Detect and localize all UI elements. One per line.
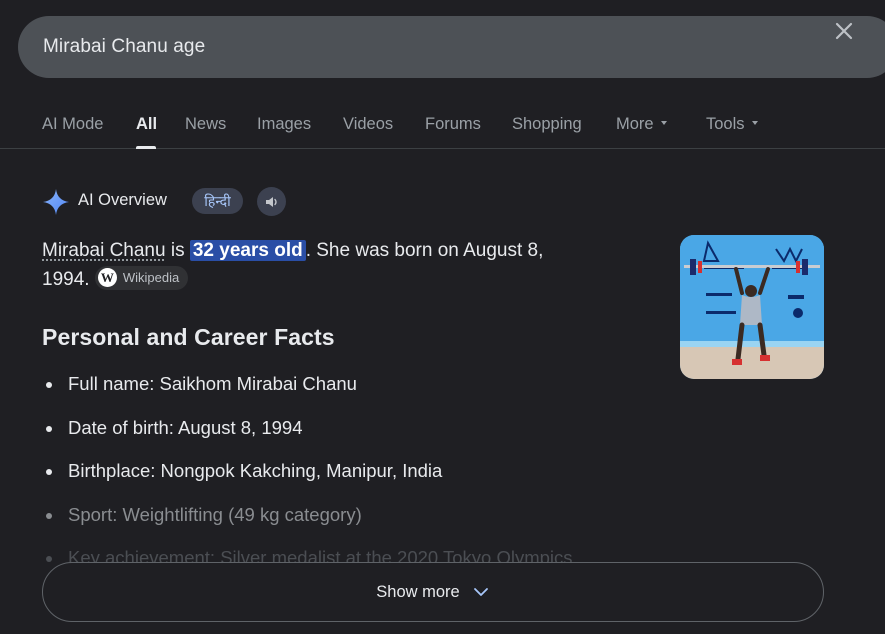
section-heading: Personal and Career Facts bbox=[42, 324, 335, 351]
tab-videos[interactable]: Videos bbox=[343, 115, 393, 134]
answer-text-is: is bbox=[166, 240, 190, 261]
source-chip-wikipedia[interactable]: W Wikipedia bbox=[95, 266, 188, 290]
answer-text-year: 1994. bbox=[42, 269, 90, 290]
facts-list: Full name: Saikhom Mirabai Chanu Date of… bbox=[42, 370, 842, 588]
list-item: Date of birth: August 8, 1994 bbox=[42, 414, 842, 458]
caret-down-icon bbox=[661, 121, 667, 125]
list-item: Full name: Saikhom Mirabai Chanu bbox=[42, 370, 842, 414]
ai-answer: Mirabai Chanu is 32 years old. She was b… bbox=[42, 236, 602, 294]
tab-images[interactable]: Images bbox=[257, 115, 311, 134]
tab-forums[interactable]: Forums bbox=[425, 115, 481, 134]
tab-all[interactable]: All bbox=[136, 115, 157, 134]
show-more-button[interactable]: Show more bbox=[42, 562, 824, 622]
tab-news[interactable]: News bbox=[185, 115, 226, 134]
tab-more[interactable]: More bbox=[616, 115, 667, 134]
ai-sparkle-icon bbox=[42, 188, 70, 216]
search-results-page: Mirabai Chanu age AI Mode All News Image… bbox=[0, 0, 885, 634]
search-bar[interactable]: Mirabai Chanu age bbox=[18, 16, 885, 78]
ai-overview-title: AI Overview bbox=[78, 191, 167, 210]
tab-ai-mode[interactable]: AI Mode bbox=[42, 115, 103, 134]
speaker-icon bbox=[264, 194, 280, 210]
wikipedia-icon: W bbox=[98, 268, 117, 287]
listen-button[interactable] bbox=[257, 187, 286, 216]
tab-more-label: More bbox=[616, 115, 654, 133]
weightlifter-image bbox=[680, 235, 824, 379]
list-item: Birthplace: Nongpok Kakching, Manipur, I… bbox=[42, 457, 842, 501]
language-hindi-button[interactable]: हिन्दी bbox=[192, 188, 243, 214]
active-tab-indicator bbox=[136, 146, 156, 149]
show-more-label: Show more bbox=[376, 583, 459, 602]
search-input[interactable]: Mirabai Chanu age bbox=[43, 36, 205, 58]
close-icon[interactable] bbox=[832, 19, 856, 43]
answer-text-rest: . She was born on August 8, bbox=[306, 240, 544, 261]
list-item: Sport: Weightlifting (49 kg category) bbox=[42, 501, 842, 545]
chevron-down-icon bbox=[472, 583, 490, 601]
search-tabs: AI Mode All News Images Videos Forums Sh… bbox=[0, 96, 885, 149]
athlete-photo[interactable] bbox=[680, 235, 824, 379]
caret-down-icon bbox=[752, 121, 758, 125]
tab-shopping[interactable]: Shopping bbox=[512, 115, 582, 134]
source-chip-label: Wikipedia bbox=[123, 263, 179, 292]
tab-tools-label: Tools bbox=[706, 115, 745, 133]
answer-highlight: 32 years old bbox=[190, 240, 306, 261]
tab-tools[interactable]: Tools bbox=[706, 115, 758, 134]
subject-link[interactable]: Mirabai Chanu bbox=[42, 240, 166, 261]
